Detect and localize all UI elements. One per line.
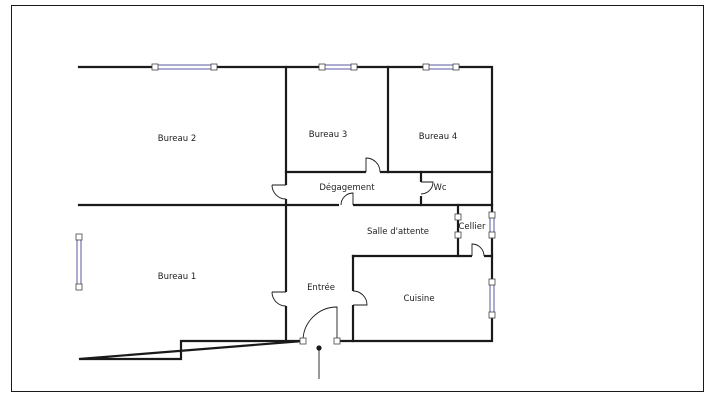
door-bureau1 xyxy=(271,291,287,307)
door-cuisine xyxy=(352,290,368,306)
walls xyxy=(77,65,494,361)
label-bureau-4: Bureau 4 xyxy=(419,132,457,142)
doors xyxy=(271,157,485,342)
entrance-marker xyxy=(316,345,322,379)
door-bureau3 xyxy=(365,157,381,173)
door-wc xyxy=(420,181,434,195)
room-labels: Bureau 2 Bureau 3 Bureau 4 Dégagement Wc… xyxy=(158,130,486,304)
door-cellier xyxy=(471,243,485,257)
door-degagement xyxy=(340,192,354,206)
door-entree xyxy=(302,306,338,342)
floor-plan: Bureau 2 Bureau 3 Bureau 4 Dégagement Wc… xyxy=(75,63,496,379)
label-degagement: Dégagement xyxy=(319,182,375,193)
label-entree: Entrée xyxy=(307,282,335,293)
label-cellier: Cellier xyxy=(459,222,486,232)
door-degagement-bureau2 xyxy=(271,184,287,200)
label-bureau-1: Bureau 1 xyxy=(158,272,196,282)
label-bureau-3: Bureau 3 xyxy=(309,130,347,140)
label-wc: Wc xyxy=(433,183,446,193)
label-salle-attente: Salle d'attente xyxy=(367,227,429,237)
label-bureau-2: Bureau 2 xyxy=(158,134,196,144)
label-cuisine: Cuisine xyxy=(403,294,434,304)
entrance-dot xyxy=(316,345,322,351)
